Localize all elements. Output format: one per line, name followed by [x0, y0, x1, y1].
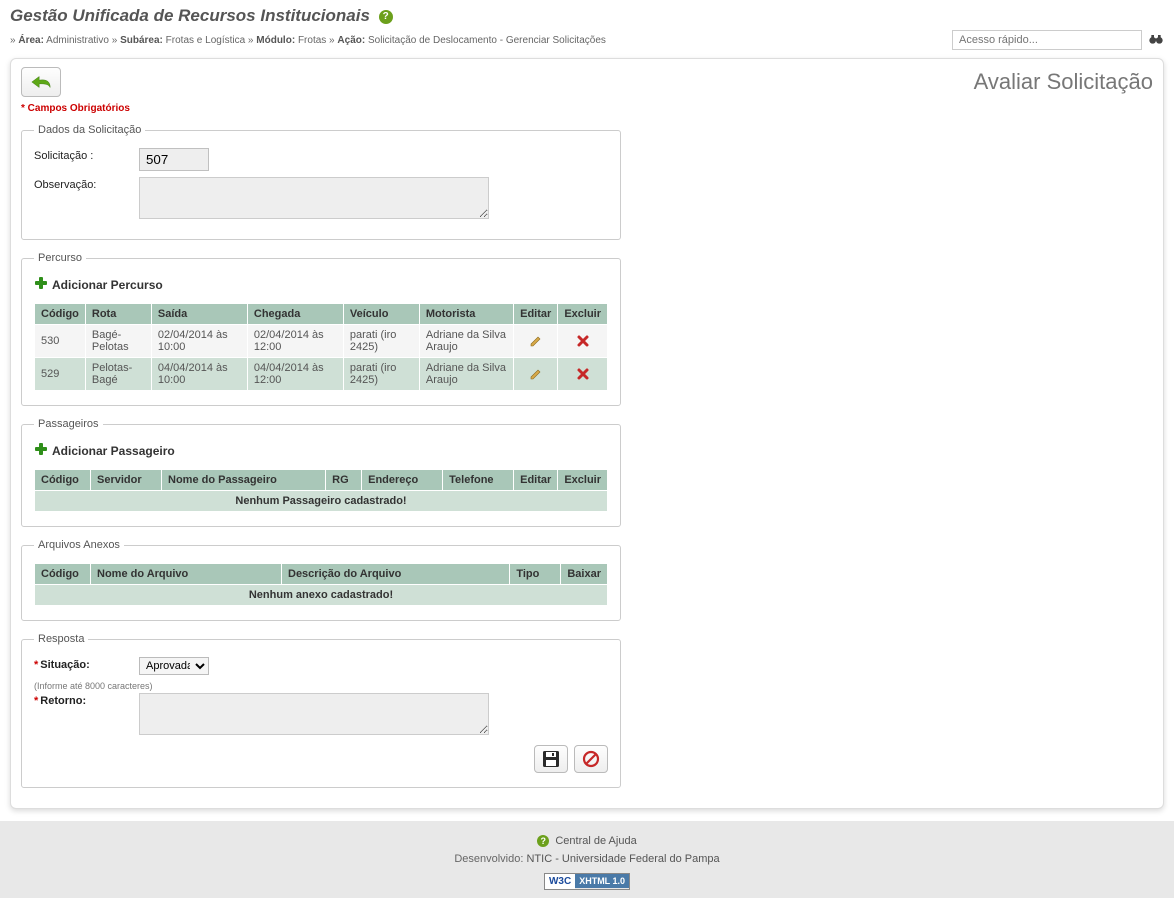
plus-icon [34, 442, 48, 459]
percurso-fieldset: Percurso Adicionar Percurso Código Rota … [21, 252, 621, 406]
system-title: Gestão Unificada de Recursos Institucion… [10, 6, 393, 25]
passageiros-fieldset: Passageiros Adicionar Passageiro Código … [21, 418, 621, 527]
char-count-note: (Informe até 8000 caracteres) [34, 681, 608, 691]
binoculars-icon[interactable] [1148, 32, 1164, 49]
table-row: 530 Bagé-Pelotas 02/04/2014 às 10:00 02/… [35, 325, 607, 357]
quick-access-input[interactable] [952, 30, 1142, 50]
delete-icon[interactable] [576, 367, 590, 381]
developed-by-link[interactable]: NTIC - Universidade Federal do Pampa [526, 853, 719, 865]
edit-icon[interactable] [529, 334, 543, 348]
breadcrumb: » Área: Administrativo » Subárea: Frotas… [10, 26, 1164, 58]
w3c-badge[interactable]: W3CXHTML 1.0 [544, 873, 630, 890]
help-icon[interactable]: ? [379, 10, 393, 24]
solicitacao-label: Solicitação : [34, 148, 139, 162]
dados-legend: Dados da Solicitação [34, 124, 145, 136]
cancel-button[interactable] [574, 745, 608, 773]
arquivos-legend: Arquivos Anexos [34, 539, 124, 551]
observacao-label: Observação: [34, 177, 139, 191]
resposta-legend: Resposta [34, 633, 88, 645]
empty-message: Nenhum Passageiro cadastrado! [35, 491, 607, 511]
plus-icon [34, 276, 48, 293]
page-title: Avaliar Solicitação [974, 69, 1153, 95]
save-button[interactable] [534, 745, 568, 773]
arquivos-fieldset: Arquivos Anexos Código Nome do Arquivo D… [21, 539, 621, 621]
table-row: 529 Pelotas-Bagé 04/04/2014 às 10:00 04/… [35, 358, 607, 390]
edit-icon[interactable] [529, 367, 543, 381]
observacao-textarea [139, 177, 489, 219]
empty-message: Nenhum anexo cadastrado! [35, 585, 607, 605]
footer: ? Central de Ajuda Desenvolvido: NTIC - … [0, 821, 1174, 898]
resposta-fieldset: Resposta Situação: Aprovada (Informe até… [21, 633, 621, 788]
dados-solicitacao-fieldset: Dados da Solicitação Solicitação : Obser… [21, 124, 621, 240]
passageiros-table: Código Servidor Nome do Passageiro RG En… [34, 469, 608, 512]
retorno-textarea[interactable] [139, 693, 489, 735]
help-icon: ? [537, 835, 549, 847]
help-center-link[interactable]: Central de Ajuda [555, 835, 636, 847]
retorno-label: Retorno: [34, 693, 139, 707]
required-fields-note: * Campos Obrigatórios [21, 103, 1153, 114]
arquivos-table: Código Nome do Arquivo Descrição do Arqu… [34, 563, 608, 606]
passageiros-legend: Passageiros [34, 418, 103, 430]
percurso-legend: Percurso [34, 252, 86, 264]
solicitacao-input [139, 148, 209, 171]
situacao-label: Situação: [34, 657, 139, 671]
percurso-table: Código Rota Saída Chegada Veículo Motori… [34, 303, 608, 391]
add-percurso-link[interactable]: Adicionar Percurso [34, 276, 608, 293]
add-passageiro-link[interactable]: Adicionar Passageiro [34, 442, 608, 459]
back-button[interactable] [21, 67, 61, 97]
delete-icon[interactable] [576, 334, 590, 348]
situacao-select[interactable]: Aprovada [139, 657, 209, 675]
